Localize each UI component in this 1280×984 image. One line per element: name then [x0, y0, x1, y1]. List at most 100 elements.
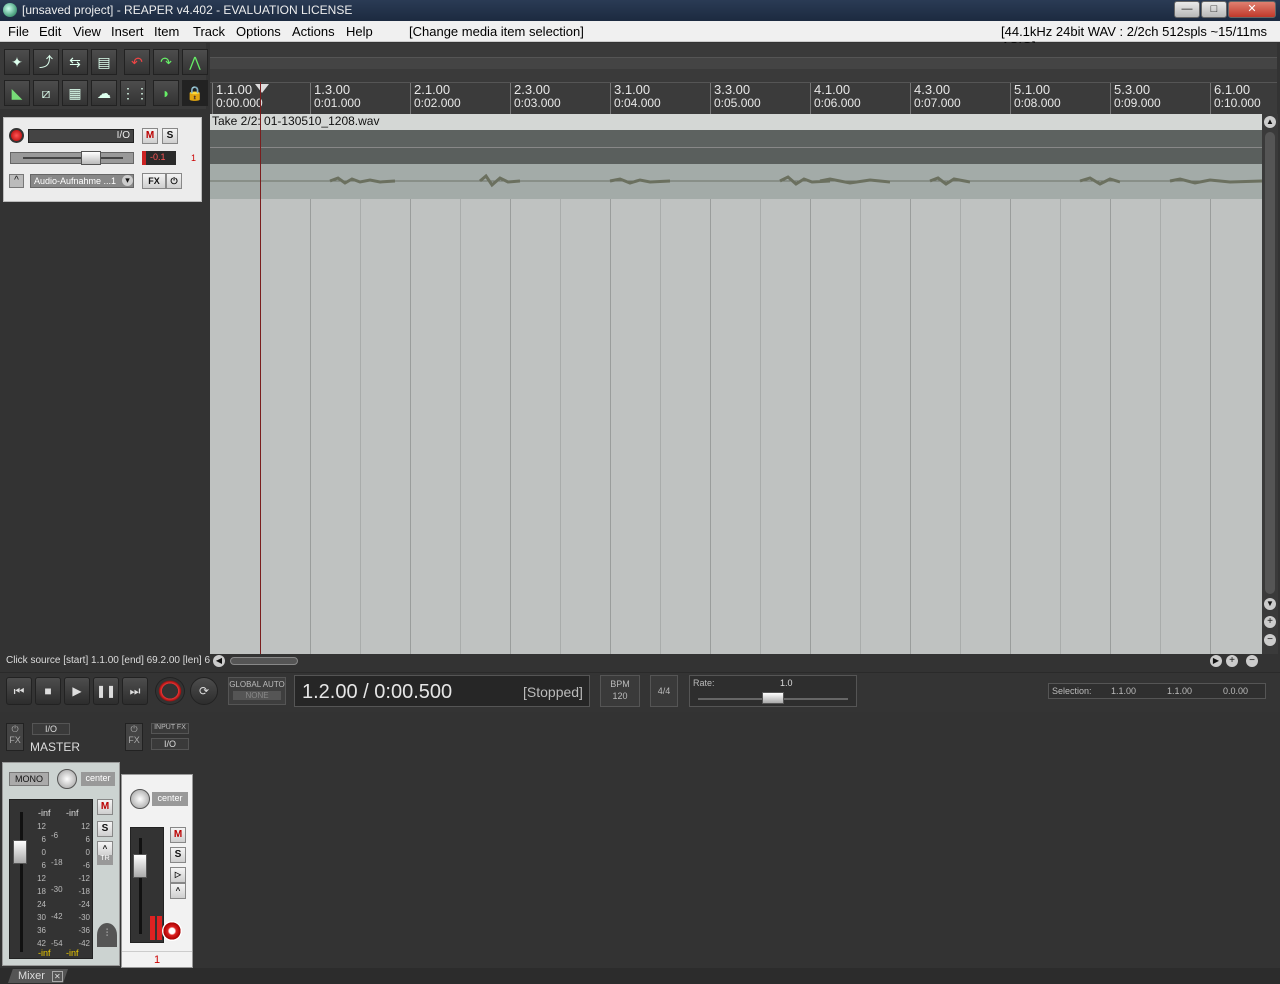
scroll-right-icon[interactable]: ▶ [1210, 655, 1222, 667]
time-display[interactable]: 1.2.00 / 0:00.500 [Stopped] [294, 675, 590, 707]
track-mute-button[interactable]: M [142, 128, 158, 144]
mixer-tab[interactable]: Mixer ✕ [8, 969, 68, 983]
edit-cursor-marker[interactable] [255, 84, 269, 93]
menu-file[interactable]: File [8, 24, 29, 39]
ch1-fx-button[interactable]: ⏻ FX [125, 723, 143, 751]
ch1-io-button[interactable]: I/O [151, 738, 189, 750]
redo-icon[interactable]: ↷ [153, 49, 179, 75]
auto-crossfade-icon[interactable]: ◗ [153, 80, 179, 106]
menu-view[interactable]: View [73, 24, 101, 39]
transport-state: [Stopped] [523, 684, 583, 700]
master-mute-button[interactable]: M [97, 799, 113, 815]
menu-help[interactable]: Help [346, 24, 373, 39]
mixer-routing-icon[interactable]: ⫶ [97, 923, 117, 947]
ch1-envelope-icon[interactable]: ^ [170, 883, 186, 899]
go-to-start-icon[interactable]: ⏮ [6, 677, 32, 705]
ch1-record-arm-icon[interactable] [162, 921, 182, 941]
take-lane[interactable] [210, 148, 1262, 164]
input-fx-button[interactable]: INPUT FX [151, 723, 189, 734]
time-signature[interactable]: 4/4 [650, 675, 678, 707]
rate-value: 1.0 [780, 678, 793, 688]
zoom-out-vertical-icon[interactable]: − [1264, 634, 1276, 646]
master-solo-button[interactable]: S [97, 821, 113, 837]
minimize-button[interactable]: — [1174, 1, 1200, 18]
track-envelope-icon[interactable]: ^ [9, 174, 24, 188]
ch1-pan-knob[interactable] [130, 789, 150, 809]
inactive-take-lane[interactable] [210, 130, 1262, 148]
region-lane[interactable] [210, 57, 1277, 69]
track-fx-button[interactable]: FX [142, 173, 166, 189]
save-project-icon[interactable]: ⇆ [62, 49, 88, 75]
grid-icon[interactable]: ⋮⋮ [120, 80, 149, 106]
bpm-display[interactable]: BPM 120 [600, 675, 640, 707]
metronome-icon[interactable]: ⋀ [182, 49, 208, 75]
global-auto-button[interactable]: GLOBAL AUTO NONE [228, 677, 286, 705]
rate-slider-handle[interactable] [762, 692, 784, 704]
open-project-icon[interactable]: ⤴ [33, 49, 59, 75]
power-icon[interactable]: ⏻ [126, 724, 142, 735]
project-settings-icon[interactable]: ▤ [91, 49, 117, 75]
undo-icon[interactable]: ↶ [124, 49, 150, 75]
grid-snap-icon[interactable]: ◣ [4, 80, 30, 106]
ruler-mark: 4.3.00 0:07.000 [910, 83, 961, 115]
maximize-button[interactable]: □ [1201, 1, 1227, 18]
scroll-left-icon[interactable]: ◀ [213, 655, 225, 667]
zoom-in-vertical-icon[interactable]: + [1264, 616, 1276, 628]
go-to-end-icon[interactable]: ⏭ [122, 677, 148, 705]
track-input-select[interactable]: Audio-Aufnahme ...1 [30, 174, 134, 188]
new-project-icon[interactable]: ✦ [4, 49, 30, 75]
mixer-tab-label: Mixer [18, 970, 45, 982]
mono-button[interactable]: MONO [9, 772, 49, 786]
track-volume-slider[interactable] [10, 151, 134, 165]
media-item[interactable] [210, 130, 1262, 199]
ripple-edit-icon[interactable]: ⧄ [33, 80, 59, 106]
playrate-control[interactable]: Rate: 1.0 [689, 675, 857, 707]
lock-icon[interactable]: 🔒 [182, 80, 208, 106]
ch1-solo-button[interactable]: S [170, 847, 186, 863]
track-io-button[interactable]: I/O [28, 129, 134, 143]
power-icon[interactable]: ⏻ [166, 173, 182, 189]
menu-edit[interactable]: Edit [39, 24, 61, 39]
menu-actions[interactable]: Actions [292, 24, 335, 39]
selection-display[interactable]: Selection: 1.1.00 1.1.00 0.0.00 [1048, 683, 1266, 699]
scroll-up-icon[interactable]: ▲ [1264, 116, 1276, 128]
horizontal-scrollbar[interactable]: ◀ ▶ + − [210, 654, 1278, 668]
hscroll-thumb[interactable] [230, 657, 298, 665]
menu-options[interactable]: Options [236, 24, 281, 39]
master-pan-knob[interactable] [57, 769, 77, 789]
timeline-ruler[interactable]: 1.1.00 0:00.000 1.3.00 0:01.000 2.1.00 0:02… [210, 82, 1277, 115]
track-solo-button[interactable]: S [162, 128, 178, 144]
record-arm-icon[interactable] [9, 128, 24, 143]
pause-icon[interactable]: ❚❚ [93, 677, 119, 705]
record-icon[interactable] [155, 677, 185, 705]
item-grouping-icon[interactable]: ▦ [62, 80, 88, 106]
status-text: Click source [start] 1.1.00 [end] 69.2.0… [0, 654, 210, 668]
menu-track[interactable]: Track [193, 24, 225, 39]
zoom-in-horizontal-icon[interactable]: + [1226, 655, 1238, 667]
menu-item[interactable]: Item [154, 24, 179, 39]
main-toolbar: ✦ ⤴ ⇆ ▤ ↶ ↷ ⋀ ◣ ⧄ ▦ ☁ ⋮⋮ ◗ 🔒 [0, 43, 208, 109]
play-icon[interactable]: ▶ [64, 677, 90, 705]
scroll-thumb[interactable] [1265, 132, 1275, 594]
master-fader[interactable] [13, 840, 27, 864]
master-tr-label[interactable]: TR [97, 855, 113, 865]
repeat-icon[interactable]: ⟳ [190, 677, 218, 705]
menu-insert[interactable]: Insert [111, 24, 144, 39]
scroll-down-icon[interactable]: ▼ [1264, 598, 1276, 610]
power-icon[interactable]: ⏻ [7, 724, 23, 735]
chevron-down-icon[interactable]: ▾ [122, 175, 133, 186]
master-io-button[interactable]: I/O [32, 723, 70, 735]
close-icon[interactable]: ✕ [51, 971, 63, 982]
envelope-icon[interactable]: ☁ [91, 80, 117, 106]
volume-handle[interactable] [81, 151, 101, 165]
ch1-mute-button[interactable]: M [170, 827, 186, 843]
stop-icon[interactable]: ■ [35, 677, 61, 705]
ch1-phase-icon[interactable]: ▷ [170, 867, 186, 883]
ch1-fader[interactable] [133, 854, 147, 878]
zoom-out-horizontal-icon[interactable]: − [1246, 655, 1258, 667]
track-1-header[interactable]: I/O M S -0.1 1 ^ Audio-Aufnahme ...1 ▾ F… [3, 117, 202, 202]
active-take-lane[interactable] [210, 164, 1262, 199]
vertical-scrollbar[interactable]: ▲ ▼ + − [1262, 114, 1278, 654]
close-button[interactable]: ✕ [1228, 1, 1276, 18]
master-fx-button[interactable]: ⏻ FX [6, 723, 24, 751]
